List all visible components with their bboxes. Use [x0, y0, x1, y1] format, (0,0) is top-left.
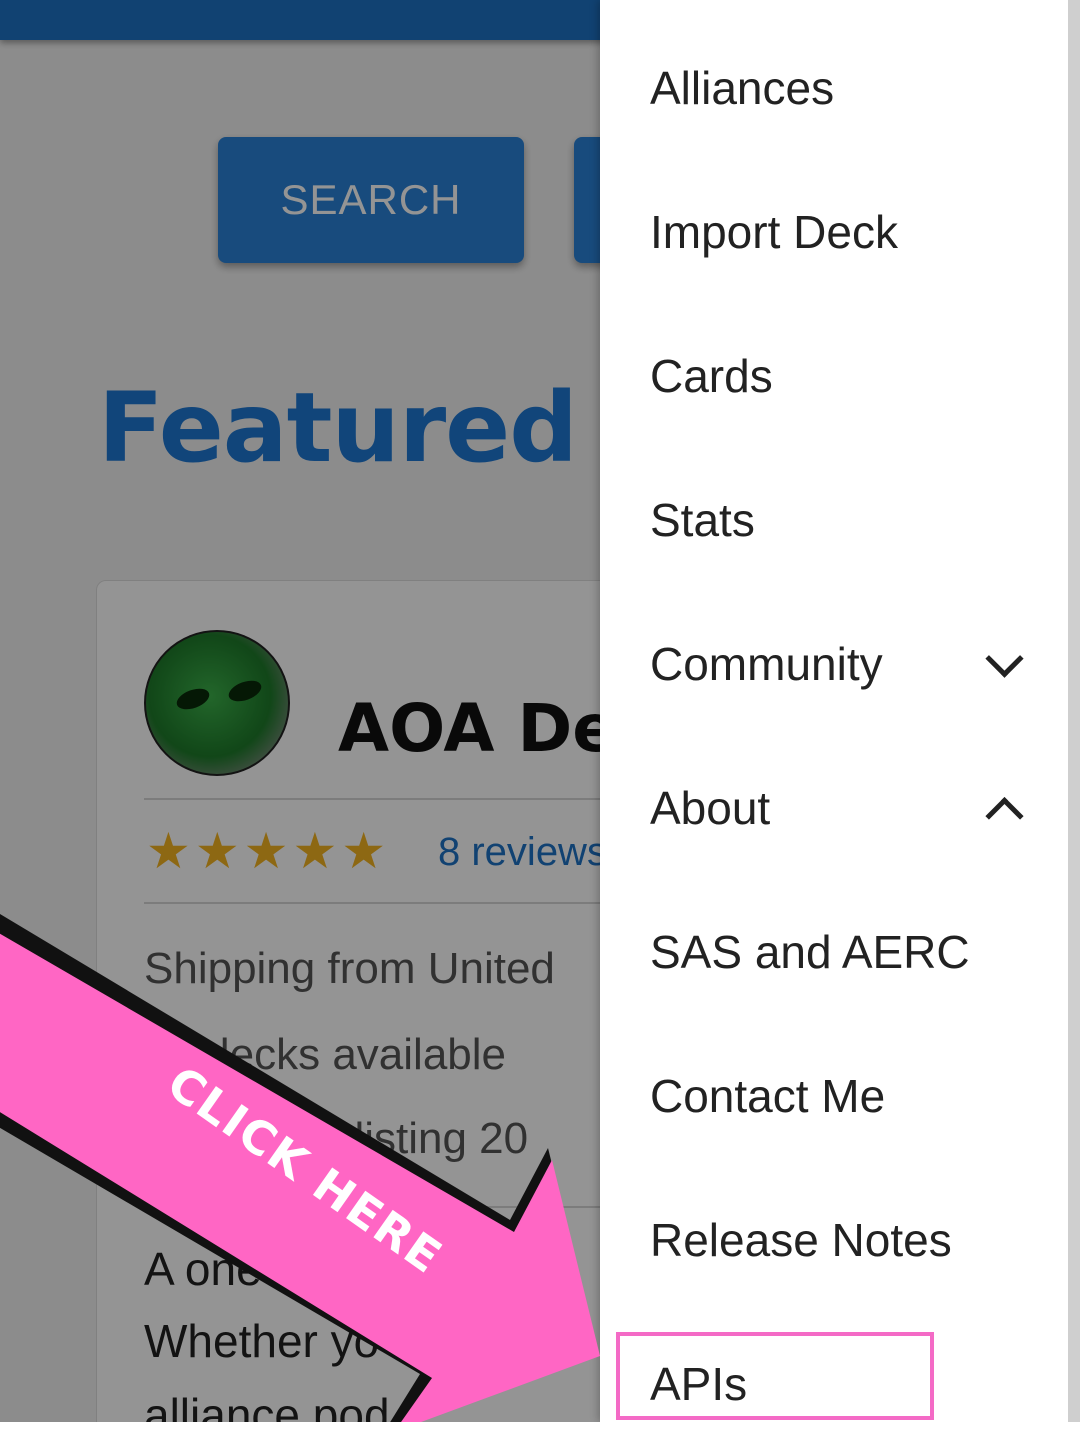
nav-drawer: Alliances Import Deck Cards Stats Commun…	[600, 0, 1068, 1422]
menu-item-community[interactable]: Community	[600, 592, 1068, 736]
menu-item-alliances[interactable]: Alliances	[600, 16, 1068, 160]
menu-item-sas-and-aerc[interactable]: SAS and AERC	[600, 880, 1068, 1024]
menu-item-import-deck[interactable]: Import Deck	[600, 160, 1068, 304]
menu-item-label: Alliances	[650, 62, 835, 114]
bottom-strip	[0, 1422, 1080, 1439]
apis-highlight-box	[616, 1332, 934, 1420]
menu-item-label: Stats	[650, 494, 755, 546]
chevron-up-icon[interactable]	[985, 797, 1024, 836]
scrollbar[interactable]	[1068, 0, 1080, 1422]
menu-item-contact-me[interactable]: Contact Me	[600, 1024, 1068, 1168]
menu-item-label: Community	[650, 638, 883, 690]
menu-item-label: Cards	[650, 350, 773, 402]
chevron-down-icon[interactable]	[985, 639, 1024, 678]
menu-item-label: SAS and AERC	[650, 926, 970, 978]
menu-item-label: Import Deck	[650, 206, 898, 258]
menu-item-release-notes[interactable]: Release Notes	[600, 1168, 1068, 1312]
menu-item-label: Release Notes	[650, 1214, 952, 1266]
menu-item-label: About	[650, 782, 771, 834]
menu-item-cards[interactable]: Cards	[600, 304, 1068, 448]
menu-item-about[interactable]: About	[600, 736, 1068, 880]
menu-item-label: Contact Me	[650, 1070, 886, 1122]
menu-item-stats[interactable]: Stats	[600, 448, 1068, 592]
